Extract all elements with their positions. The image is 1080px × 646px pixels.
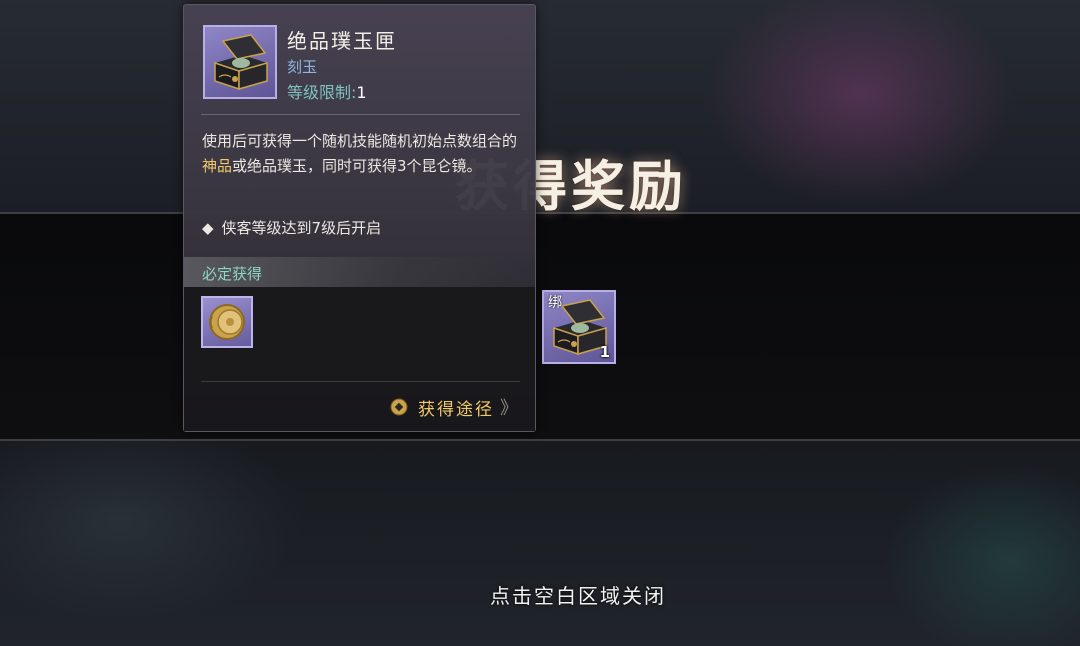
guaranteed-section-header: 必定获得 bbox=[184, 257, 535, 287]
tooltip-item-name: 绝品璞玉匣 bbox=[287, 29, 397, 53]
section-label: 必定获得 bbox=[202, 265, 263, 283]
bind-tag: 绑 bbox=[548, 295, 562, 311]
coin-icon bbox=[390, 398, 408, 416]
desc-text-1: 使用后可获得一个随机技能随机初始点数组合的 bbox=[202, 132, 518, 150]
guaranteed-item-slot[interactable] bbox=[201, 296, 253, 348]
close-hint[interactable]: 点击空白区域关闭 bbox=[490, 580, 666, 609]
reward-quantity: 1 bbox=[599, 343, 610, 361]
kunlun-mirror-icon bbox=[209, 304, 245, 340]
tooltip-item-type: 刻玉 bbox=[287, 58, 318, 76]
condition-text: 侠客等级达到7级后开启 bbox=[221, 219, 382, 237]
obtain-label: 获得途径 bbox=[418, 399, 494, 420]
double-chevron-right-icon: 》 bbox=[500, 398, 518, 419]
tooltip-level-limit: 等级限制:1 bbox=[287, 79, 367, 103]
diamond-bullet-icon: ◆ bbox=[202, 219, 214, 237]
tooltip-divider bbox=[201, 114, 520, 115]
tooltip-condition: ◆ 侠客等级达到7级后开启 bbox=[202, 217, 381, 238]
level-limit-label: 等级限制: bbox=[287, 83, 357, 102]
desc-text-2: 或绝品璞玉，同时可获得3个昆仑镜。 bbox=[232, 157, 482, 175]
tooltip-description: 使用后可获得一个随机技能随机初始点数组合的神品或绝品璞玉，同时可获得3个昆仑镜。 bbox=[202, 129, 527, 179]
reward-item-slot[interactable]: 绑 1 bbox=[542, 290, 616, 364]
level-limit-value: 1 bbox=[356, 83, 367, 102]
tooltip-item-icon-frame bbox=[203, 25, 277, 99]
obtain-methods-button[interactable]: 获得途径 》 bbox=[390, 394, 518, 420]
desc-highlight: 神品 bbox=[202, 157, 233, 175]
item-tooltip: 绝品璞玉匣 刻玉 等级限制:1 使用后可获得一个随机技能随机初始点数组合的神品或… bbox=[183, 4, 536, 432]
jade-chest-icon bbox=[214, 34, 268, 91]
reward-band bbox=[0, 212, 1080, 441]
tooltip-divider-bottom bbox=[201, 381, 520, 382]
